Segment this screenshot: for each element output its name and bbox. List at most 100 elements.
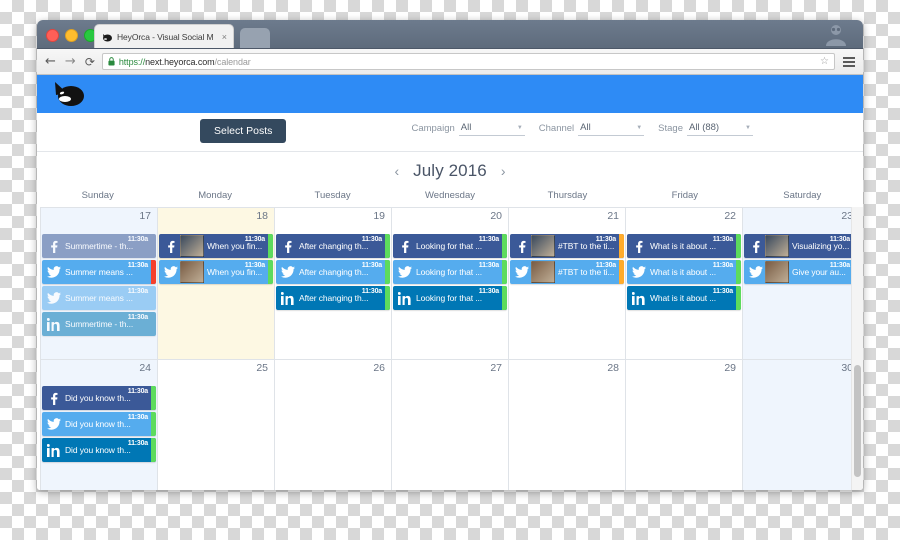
event-status-bar [502,286,507,310]
linkedin-icon [396,291,413,305]
calendar-event[interactable]: Did you know th... 11:30a [42,386,156,410]
event-status-bar [151,438,156,462]
filter-channel[interactable]: Channel All ▼ [539,122,645,136]
forward-icon[interactable]: → [65,55,76,68]
calendar-event[interactable]: Visualizing yo... 11:30a [744,234,858,258]
event-time: 11:30a [244,236,265,243]
user-avatar-icon[interactable] [823,22,849,46]
menu-hamburger-icon[interactable] [843,56,855,67]
next-month-icon[interactable]: › [501,164,506,178]
reload-icon[interactable]: ⟳ [85,56,95,68]
calendar-event[interactable]: #TBT to the ti... 11:30a [510,234,624,258]
calendar-day-cell[interactable]: 19 After changing th... 11:30a After changi… [275,208,392,360]
calendar-event[interactable]: What is it about ... 11:30a [627,234,741,258]
minimize-window-button[interactable] [65,29,78,42]
calendar-scrollbar-thumb[interactable] [854,365,861,477]
day-events-list: #TBT to the ti... 11:30a #TBT to the ti...… [510,234,624,284]
filter-stage[interactable]: Stage All (88) ▼ [658,122,753,136]
calendar-event[interactable]: Looking for that ... 11:30a [393,234,507,258]
event-time: 11:30a [127,236,148,243]
day-number: 24 [139,362,151,374]
event-thumbnail [765,261,789,283]
calendar-event[interactable]: When you fin... 11:30a [159,260,273,284]
calendar-day-cell[interactable]: 17 Summertime - th... 11:30a Summer means .… [41,208,158,360]
weekday-header-thursday: Thursday [547,190,588,201]
calendar-event[interactable]: Did you know th... 11:30a [42,412,156,436]
filter-stage-select[interactable]: All (88) ▼ [687,122,753,136]
filter-channel-select[interactable]: All ▼ [578,122,645,136]
new-tab-button[interactable] [240,28,270,48]
event-time: 11:30a [829,262,850,269]
calendar-event[interactable]: Summer means ... 11:30a [42,260,156,284]
calendar-event[interactable]: What is it about ... 11:30a [627,286,741,310]
url-path: /calendar [214,56,251,67]
weekday-header-saturday: Saturday [783,190,822,201]
calendar-event[interactable]: Give your au... 11:30a [744,260,858,284]
calendar-day-cell[interactable]: 22 What is it about ... 11:30a What is it a… [626,208,743,360]
browser-window: HeyOrca - Visual Social M × ← → ⟳ https:… [37,20,863,490]
facebook-icon [45,240,62,253]
previous-month-icon[interactable]: ‹ [394,164,399,178]
app-subheader: Select Posts Campaign All ▼ Channel All … [37,113,863,152]
event-time: 11:30a [127,262,148,269]
event-status-bar [736,234,741,258]
url-host: next.heyorca.com [145,56,215,67]
twitter-icon [747,265,764,279]
bookmark-star-icon[interactable]: ☆ [820,56,829,67]
calendar-event[interactable]: #TBT to the ti... 11:30a [510,260,624,284]
filter-campaign[interactable]: Campaign All ▼ [411,122,525,136]
calendar-day-cell[interactable]: 26 [275,360,392,490]
event-status-bar [151,386,156,410]
event-status-bar [268,234,273,258]
event-time: 11:30a [361,262,382,269]
filter-group: Campaign All ▼ Channel All ▼ Stage All (… [411,122,753,136]
calendar-event[interactable]: Summertime - th... 11:30a [42,234,156,258]
day-number: 20 [490,210,502,222]
filter-campaign-select[interactable]: All ▼ [458,122,525,136]
chevron-down-icon: ▼ [516,124,523,131]
calendar-event[interactable]: Looking for that ... 11:30a [393,286,507,310]
event-status-bar [619,234,624,258]
calendar-day-cell[interactable]: 20 Looking for that ... 11:30a Looking for … [392,208,509,360]
calendar-event[interactable]: After changing th... 11:30a [276,260,390,284]
calendar-event[interactable]: When you fin... 11:30a [159,234,273,258]
calendar-day-cell[interactable]: 27 [392,360,509,490]
window-controls [46,29,97,42]
day-number: 22 [724,210,736,222]
calendar-day-cell[interactable]: 24 Did you know th... 11:30a Did you know t… [41,360,158,490]
address-bar[interactable]: https://next.heyorca.com/calendar ☆ [101,53,835,70]
facebook-icon [45,392,62,405]
calendar-event[interactable]: After changing th... 11:30a [276,234,390,258]
tab-close-icon[interactable]: × [222,32,227,42]
event-time: 11:30a [244,262,265,269]
calendar-event[interactable]: What is it about ... 11:30a [627,260,741,284]
event-time: 11:30a [595,262,616,269]
twitter-icon [45,417,62,431]
orca-logo-icon[interactable] [49,80,89,108]
calendar-day-cell[interactable]: 28 [509,360,626,490]
tab-title: HeyOrca - Visual Social M [117,31,214,42]
browser-tab[interactable]: HeyOrca - Visual Social M × [94,24,234,48]
day-events-list: Summertime - th... 11:30a Summer means ...… [42,234,156,336]
facebook-icon [162,240,179,253]
event-time: 11:30a [127,314,148,321]
browser-titlebar: HeyOrca - Visual Social M × [37,20,863,49]
calendar-day-cell[interactable]: 25 [158,360,275,490]
chevron-down-icon: ▼ [745,124,751,131]
calendar-day-cell[interactable]: 18 When you fin... 11:30a When you fin... 11… [158,208,275,360]
calendar-event[interactable]: Did you know th... 11:30a [42,438,156,462]
calendar-day-cell[interactable]: 29 [626,360,743,490]
calendar-event[interactable]: Summertime - th... 11:30a [42,312,156,336]
event-status-bar [268,260,273,284]
back-icon[interactable]: ← [45,55,56,68]
event-time: 11:30a [361,236,382,243]
calendar-day-cell[interactable]: 30 [743,360,860,490]
calendar-day-cell[interactable]: 23 Visualizing yo... 11:30a Give your au...… [743,208,860,360]
calendar-day-cell[interactable]: 21 #TBT to the ti... 11:30a #TBT to the ti.… [509,208,626,360]
calendar-event[interactable]: After changing th... 11:30a [276,286,390,310]
close-window-button[interactable] [46,29,59,42]
event-thumbnail [765,235,789,257]
select-posts-button[interactable]: Select Posts [200,119,287,143]
calendar-event[interactable]: Looking for that ... 11:30a [393,260,507,284]
calendar-event[interactable]: Summer means ... 11:30a [42,286,156,310]
